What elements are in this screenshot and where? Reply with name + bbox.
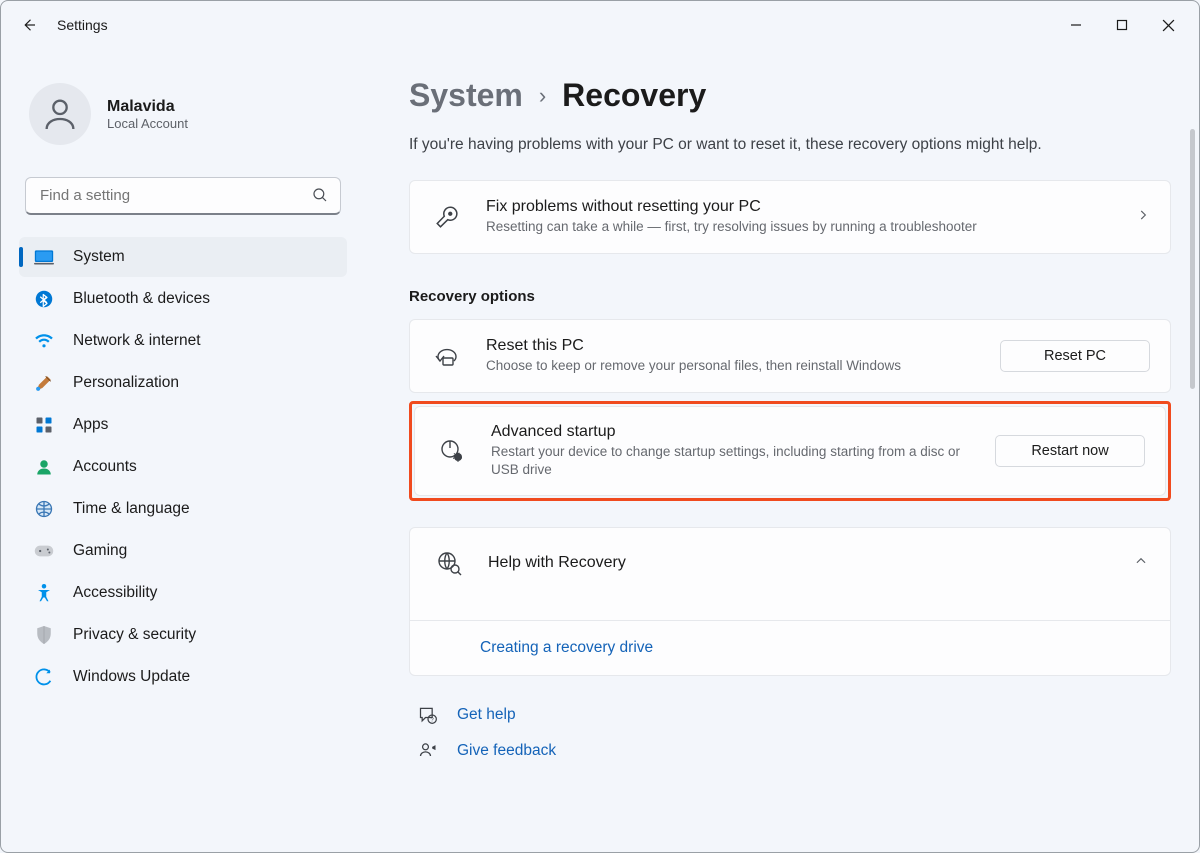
sidebar-item-label: Time & language <box>73 500 190 518</box>
fix-problems-card[interactable]: Fix problems without resetting your PC R… <box>409 180 1171 254</box>
card-desc: Choose to keep or remove your personal f… <box>486 357 978 375</box>
sidebar-item-accessibility[interactable]: Accessibility <box>19 573 347 613</box>
sidebar-item-label: Gaming <box>73 542 127 560</box>
reset-icon <box>430 339 464 373</box>
breadcrumb-parent[interactable]: System <box>409 77 523 114</box>
wifi-icon <box>33 330 55 352</box>
sidebar-item-system[interactable]: System <box>19 237 347 277</box>
apps-icon <box>33 414 55 436</box>
app-title: Settings <box>57 17 108 33</box>
shield-icon <box>33 624 55 646</box>
search-icon <box>311 186 329 209</box>
restart-now-button[interactable]: Restart now <box>995 435 1145 467</box>
intro-text: If you're having problems with your PC o… <box>409 136 1171 154</box>
breadcrumb: System › Recovery <box>409 77 1171 114</box>
scrollbar-thumb[interactable] <box>1190 129 1195 389</box>
update-icon <box>33 666 55 688</box>
sidebar-item-label: Apps <box>73 416 108 434</box>
sidebar-item-label: System <box>73 248 125 266</box>
avatar <box>29 83 91 145</box>
sidebar-item-label: Accounts <box>73 458 137 476</box>
user-profile[interactable]: Malavida Local Account <box>19 73 347 169</box>
nav-list: System Bluetooth & devices Network & int… <box>19 237 347 697</box>
sidebar-item-bluetooth[interactable]: Bluetooth & devices <box>19 279 347 319</box>
sidebar-item-update[interactable]: Windows Update <box>19 657 347 697</box>
system-icon <box>33 246 55 268</box>
sidebar-item-label: Bluetooth & devices <box>73 290 210 308</box>
user-name: Malavida <box>107 98 188 116</box>
help-recovery-link-row[interactable]: Creating a recovery drive <box>410 620 1170 675</box>
maximize-button[interactable] <box>1099 9 1145 41</box>
sidebar-item-label: Privacy & security <box>73 626 196 644</box>
help-recovery-card: Help with Recovery Creating a recovery d… <box>409 527 1171 676</box>
sidebar-item-privacy[interactable]: Privacy & security <box>19 615 347 655</box>
chevron-right-icon <box>1136 208 1150 227</box>
window-controls <box>1053 9 1191 41</box>
sidebar-item-personalization[interactable]: Personalization <box>19 363 347 403</box>
minimize-button[interactable] <box>1053 9 1099 41</box>
help-recovery-header[interactable]: Help with Recovery <box>410 528 1170 598</box>
sidebar-item-network[interactable]: Network & internet <box>19 321 347 361</box>
sidebar-item-label: Accessibility <box>73 584 157 602</box>
card-title: Reset this PC <box>486 337 978 355</box>
sidebar-item-label: Network & internet <box>73 332 201 350</box>
sidebar: Malavida Local Account System <box>1 49 361 852</box>
accounts-icon <box>33 456 55 478</box>
section-header: Recovery options <box>409 288 1171 305</box>
sidebar-item-label: Windows Update <box>73 668 190 686</box>
card-title: Help with Recovery <box>488 554 1112 572</box>
advanced-startup-card: Advanced startup Restart your device to … <box>414 406 1166 496</box>
card-desc: Restart your device to change startup se… <box>491 443 973 479</box>
footer-label: Give feedback <box>457 742 556 760</box>
footer-label: Get help <box>457 706 516 724</box>
footer-links: ? Get help Give feedback <box>409 704 1171 762</box>
card-desc: Resetting can take a while — first, try … <box>486 218 1114 236</box>
search-box <box>25 177 341 215</box>
sidebar-item-label: Personalization <box>73 374 179 392</box>
breadcrumb-current: Recovery <box>562 77 706 114</box>
bluetooth-icon <box>33 288 55 310</box>
sidebar-item-apps[interactable]: Apps <box>19 405 347 445</box>
gaming-icon <box>33 540 55 562</box>
paintbrush-icon <box>33 372 55 394</box>
sidebar-item-accounts[interactable]: Accounts <box>19 447 347 487</box>
wrench-icon <box>430 200 464 234</box>
feedback-icon <box>417 740 439 762</box>
reset-pc-card: Reset this PC Choose to keep or remove y… <box>409 319 1171 393</box>
card-title: Advanced startup <box>491 423 973 441</box>
accessibility-icon <box>33 582 55 604</box>
help-link[interactable]: Creating a recovery drive <box>480 639 653 657</box>
back-button[interactable] <box>9 5 49 45</box>
highlight-annotation: Advanced startup Restart your device to … <box>409 401 1171 501</box>
chevron-up-icon <box>1134 554 1148 573</box>
sidebar-item-gaming[interactable]: Gaming <box>19 531 347 571</box>
search-input[interactable] <box>25 177 341 215</box>
chevron-right-icon: › <box>539 83 546 109</box>
user-subtitle: Local Account <box>107 116 188 131</box>
reset-pc-button[interactable]: Reset PC <box>1000 340 1150 372</box>
card-title: Fix problems without resetting your PC <box>486 198 1114 216</box>
help-icon: ? <box>417 704 439 726</box>
settings-window: Settings Malavida Local Account <box>0 0 1200 853</box>
title-bar: Settings <box>1 1 1199 49</box>
get-help-link[interactable]: ? Get help <box>409 704 1171 726</box>
globe-search-icon <box>432 546 466 580</box>
close-button[interactable] <box>1145 9 1191 41</box>
globe-clock-icon <box>33 498 55 520</box>
give-feedback-link[interactable]: Give feedback <box>409 740 1171 762</box>
content-pane: System › Recovery If you're having probl… <box>361 49 1199 852</box>
power-gear-icon <box>435 434 469 468</box>
sidebar-item-time-language[interactable]: Time & language <box>19 489 347 529</box>
